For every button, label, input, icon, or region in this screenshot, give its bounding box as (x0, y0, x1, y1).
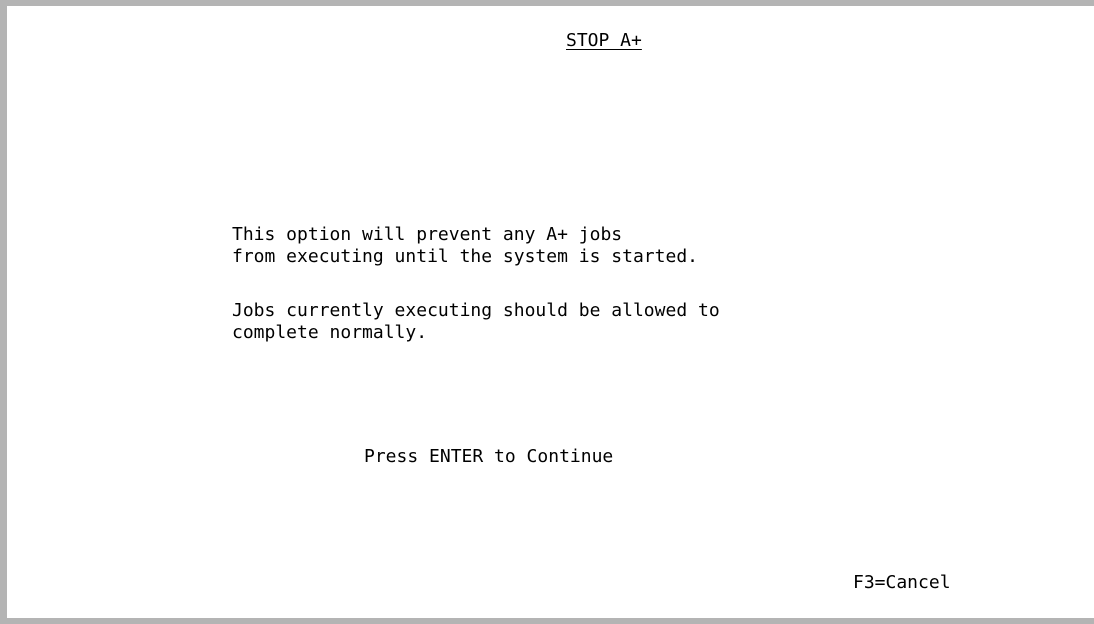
terminal-screen: STOP A+ This option will prevent any A+ … (0, 0, 1094, 624)
message-line-2: from executing until the system is start… (232, 246, 698, 267)
continue-prompt: Press ENTER to Continue (364, 446, 614, 467)
message-line-3: Jobs currently executing should be allow… (232, 300, 720, 321)
f3-cancel-key[interactable]: F3=Cancel (853, 572, 951, 594)
screen-title: STOP A+ (566, 30, 642, 51)
message-line-4: complete normally. (232, 322, 428, 343)
message-line-1: This option will prevent any A+ jobs (232, 224, 623, 245)
